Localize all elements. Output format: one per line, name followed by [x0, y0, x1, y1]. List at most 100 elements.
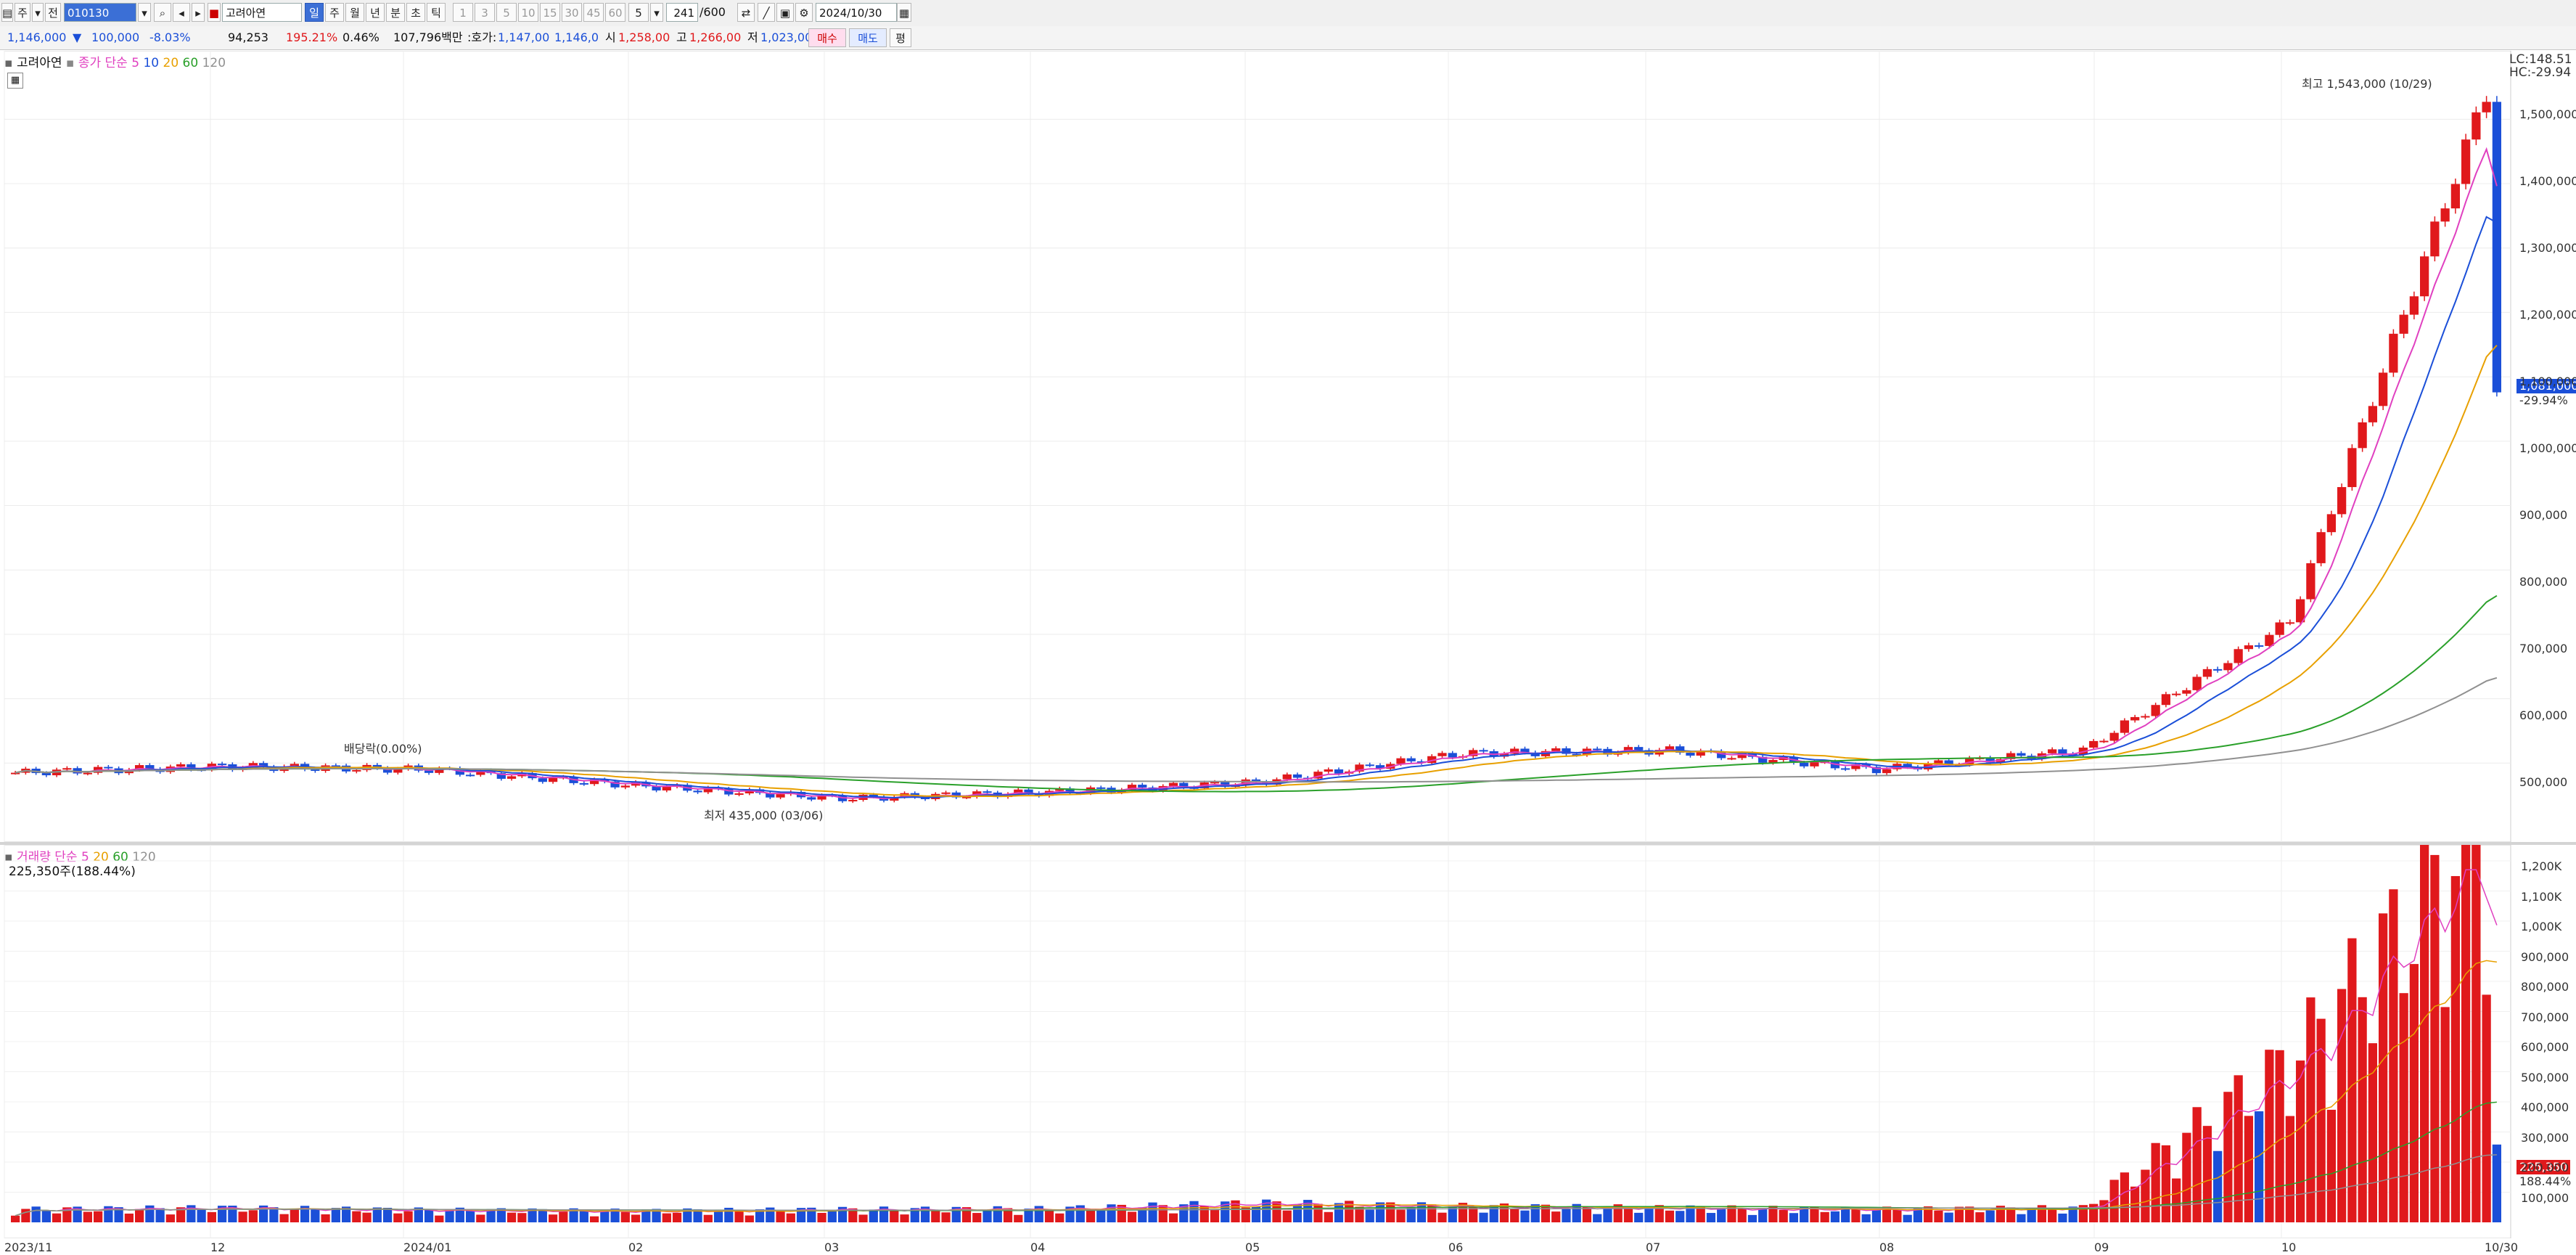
volume-bar: [1634, 1212, 1644, 1222]
current-price: 1,146,000: [7, 30, 67, 44]
volume-bar: [321, 1214, 330, 1222]
low-value: 1,023,00: [760, 30, 813, 44]
volume-bar: [1365, 1209, 1374, 1222]
save-icon[interactable]: ▣: [776, 3, 794, 22]
candle: [2337, 487, 2347, 515]
volume-bar: [2172, 1178, 2181, 1222]
menu-icon[interactable]: ▤: [1, 3, 13, 22]
change-amount: 100,000: [91, 30, 140, 44]
candle: [2450, 184, 2461, 209]
date-input[interactable]: 2024/10/30: [816, 3, 897, 22]
volume-bar: [2358, 997, 2367, 1222]
count-input[interactable]: 241: [666, 3, 698, 22]
period-tab[interactable]: 분: [386, 3, 405, 22]
candle: [2151, 705, 2160, 716]
candle: [311, 769, 320, 772]
interval-tab[interactable]: 15: [540, 3, 560, 22]
volume-tick: 700,000: [2521, 1010, 2569, 1024]
volume-bar: [672, 1212, 682, 1222]
period-tab[interactable]: 월: [345, 3, 364, 22]
interval-tab[interactable]: 45: [583, 3, 604, 22]
interval-tab[interactable]: 5: [496, 3, 517, 22]
volume-bar: [517, 1213, 527, 1222]
buy-button[interactable]: 매수: [808, 28, 846, 47]
interval-value[interactable]: 5: [628, 3, 649, 22]
volume-bar: [1324, 1211, 1333, 1222]
candle: [2192, 676, 2202, 690]
x-axis-label: 08: [1879, 1240, 1895, 1254]
period-tab[interactable]: 주: [325, 3, 344, 22]
interval-tab[interactable]: 1: [453, 3, 473, 22]
volume-bar: [1623, 1208, 1633, 1222]
volume-bar: [734, 1210, 744, 1222]
speaker-icon[interactable]: ◂: [173, 3, 190, 22]
x-axis-label: 05: [1245, 1240, 1260, 1254]
ma-line-5: [15, 147, 2498, 800]
interval-tab[interactable]: 10: [518, 3, 538, 22]
candle: [1686, 752, 1695, 756]
x-axis-label: 07: [1646, 1240, 1661, 1254]
sell-button[interactable]: 매도: [849, 28, 887, 47]
volume-bar: [197, 1209, 206, 1222]
next-icon[interactable]: ▸: [192, 3, 205, 22]
volume-bar: [93, 1211, 103, 1222]
volume-bar: [1044, 1209, 1054, 1222]
period-tab[interactable]: 일: [305, 3, 324, 22]
volume-bar: [2306, 997, 2315, 1222]
period-tab[interactable]: 틱: [427, 3, 446, 22]
interval-tab[interactable]: 3: [475, 3, 495, 22]
candle: [352, 769, 361, 772]
volume-ma-line-5: [15, 869, 2498, 1217]
candle: [2420, 256, 2429, 297]
price-tick: 1,000,000: [2519, 441, 2576, 455]
price-tick: 800,000: [2519, 575, 2568, 589]
candle: [1168, 782, 1178, 786]
candle: [2482, 102, 2491, 113]
stock-code-input[interactable]: 010130: [64, 3, 136, 22]
volume-bar: [2213, 1150, 2223, 1222]
type-select[interactable]: 주: [15, 3, 30, 22]
balance-button[interactable]: 평: [890, 28, 911, 47]
gear-icon[interactable]: ⚙: [795, 3, 813, 22]
volume-bar: [403, 1211, 413, 1222]
current-price-pct: -29.94%: [2519, 393, 2568, 407]
volume-tick: 400,000: [2521, 1100, 2569, 1114]
volume-tick: 200,000: [2521, 1161, 2569, 1174]
search-icon[interactable]: ⌕: [154, 3, 171, 22]
prev-button[interactable]: 전: [45, 3, 61, 22]
volume-bar: [713, 1211, 723, 1222]
candle: [2275, 622, 2284, 635]
volume-bar: [424, 1209, 434, 1222]
volume-bar: [2472, 845, 2481, 1222]
candle: [2202, 669, 2212, 677]
code-dropdown-icon[interactable]: ▾: [138, 3, 151, 22]
dropdown-icon[interactable]: ▾: [32, 3, 44, 22]
x-axis-label: 10: [2281, 1240, 2297, 1254]
candle: [1138, 785, 1147, 788]
volume-bar: [2368, 1043, 2378, 1222]
volume-value: 94,253: [228, 30, 268, 44]
candle: [807, 797, 816, 800]
period-tab[interactable]: 년: [366, 3, 385, 22]
candle: [1841, 768, 1850, 770]
candle: [1810, 761, 1819, 767]
candle: [1551, 748, 1561, 751]
volume-bar: [1944, 1212, 1953, 1222]
calendar-icon[interactable]: ▦: [897, 3, 911, 22]
volume-bar: [1520, 1210, 1530, 1222]
candle: [2120, 720, 2130, 733]
compare-icon[interactable]: ⇄: [737, 3, 755, 22]
volume-bar: [124, 1213, 134, 1222]
volume-bar: [2017, 1214, 2026, 1222]
interval-tab[interactable]: 60: [605, 3, 625, 22]
volume-tick: 1,000K: [2521, 920, 2562, 933]
period-tab[interactable]: 초: [406, 3, 425, 22]
interval-dropdown-icon[interactable]: ▾: [650, 3, 663, 22]
volume-bar: [548, 1214, 558, 1222]
turnover-value: 0.46%: [342, 30, 380, 44]
volume-bar: [465, 1211, 475, 1222]
price-tick: 700,000: [2519, 642, 2568, 655]
candle: [2379, 372, 2388, 406]
interval-tab[interactable]: 30: [562, 3, 582, 22]
draw-icon[interactable]: ╱: [758, 3, 775, 22]
